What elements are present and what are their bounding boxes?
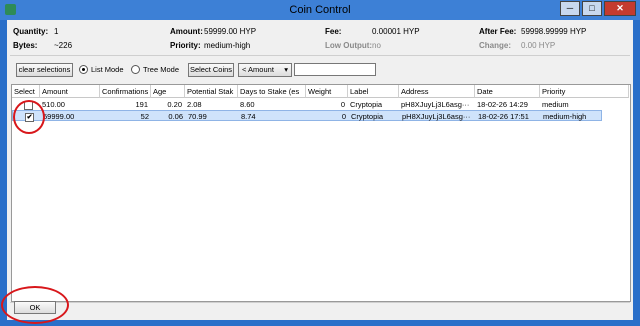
priority-label: Priority:: [170, 41, 201, 50]
amount-label: Amount:: [170, 27, 203, 36]
column-header-select[interactable]: Select: [12, 85, 40, 98]
filter-input[interactable]: [294, 63, 376, 76]
table-row[interactable]: 510.00 191 0.20 2.08 8.60 0 Cryptopia pH…: [12, 99, 602, 110]
bytes-label: Bytes:: [13, 41, 38, 50]
tree-mode-label: Tree Mode: [143, 65, 179, 74]
amount-cell: 59999.00: [43, 112, 75, 121]
window-title: Coin Control: [289, 4, 351, 16]
table-row[interactable]: ✔ 59999.00 52 0.06 70.99 8.74 0 Cryptopi…: [12, 110, 602, 122]
after-fee-label: After Fee:: [479, 27, 517, 36]
column-header-potential-stake[interactable]: Potential Stak: [185, 85, 238, 98]
maximize-icon[interactable]: □: [582, 1, 602, 16]
column-header-weight[interactable]: Weight: [306, 85, 348, 98]
column-header-days-to-stake[interactable]: Days to Stake (es: [238, 85, 306, 98]
list-mode-label: List Mode: [91, 65, 124, 74]
chevron-down-icon: ▾: [284, 65, 288, 74]
tree-mode-radio[interactable]: [131, 65, 140, 74]
potential-stake-cell: 2.08: [187, 100, 202, 109]
column-header-priority[interactable]: Priority: [540, 85, 629, 98]
weight-cell: 0: [340, 100, 345, 109]
days-to-stake-cell: 8.60: [240, 100, 255, 109]
priority-cell: medium: [542, 100, 569, 109]
fee-label: Fee:: [325, 27, 342, 36]
label-cell: Cryptopia: [351, 112, 384, 121]
divider: [10, 55, 630, 56]
coin-table: Select Amount Confirmations Age Potentia…: [11, 84, 631, 302]
column-header-confirmations[interactable]: Confirmations: [100, 85, 151, 98]
age-cell: 0.20: [167, 100, 182, 109]
close-icon[interactable]: ✕: [604, 1, 636, 16]
column-header-age[interactable]: Age: [151, 85, 185, 98]
confirmations-cell: 191: [135, 100, 148, 109]
list-mode-radio[interactable]: [79, 65, 88, 74]
column-header-label[interactable]: Label: [348, 85, 399, 98]
column-header-date[interactable]: Date: [475, 85, 540, 98]
quantity-label: Quantity:: [13, 27, 49, 36]
bytes-value: ~226: [54, 41, 73, 50]
divider: [10, 302, 630, 303]
title-bar[interactable]: Coin Control ─ □ ✕: [0, 0, 640, 20]
low-output-label: Low Output:: [325, 41, 373, 50]
address-cell: pH8XJuyLj3L6asg···: [401, 100, 470, 109]
low-output-value: no: [372, 41, 381, 50]
sort-dropdown[interactable]: < Amount ▾: [238, 63, 292, 77]
date-cell: 18-02-26 14:29: [477, 100, 528, 109]
column-header-address[interactable]: Address: [399, 85, 475, 98]
select-coins-button[interactable]: Select Coins: [188, 63, 234, 77]
priority-value: medium-high: [204, 41, 251, 50]
minimize-icon[interactable]: ─: [560, 1, 580, 16]
weight-cell: 0: [341, 112, 346, 121]
after-fee-value: 59998.99999 HYP: [521, 27, 587, 36]
days-to-stake-cell: 8.74: [241, 112, 256, 121]
age-cell: 0.06: [168, 112, 183, 121]
amount-cell: 510.00: [42, 100, 65, 109]
quantity-value: 1: [54, 27, 59, 36]
fee-value: 0.00001 HYP: [372, 27, 420, 36]
date-cell: 18-02-26 17:51: [478, 112, 529, 121]
window-frame: Coin Control ─ □ ✕ Quantity: 1 Amount: 5…: [0, 0, 640, 326]
change-label: Change:: [479, 41, 511, 50]
confirmations-cell: 52: [140, 112, 149, 121]
change-value: 0.00 HYP: [521, 41, 556, 50]
annotation-circle-checkbox: [13, 100, 45, 134]
annotation-circle-ok: [1, 286, 69, 324]
amount-value: 59999.00 HYP: [204, 27, 257, 36]
dialog-content: Quantity: 1 Amount: 59999.00 HYP Fee: 0.…: [7, 20, 633, 320]
column-header-amount[interactable]: Amount: [40, 85, 100, 98]
clear-selections-button[interactable]: clear selections: [16, 63, 73, 77]
sort-dropdown-value: < Amount: [242, 65, 274, 74]
label-cell: Cryptopia: [350, 100, 383, 109]
priority-cell: medium-high: [543, 112, 587, 121]
potential-stake-cell: 70.99: [188, 112, 207, 121]
address-cell: pH8XJuyLj3L6asg···: [402, 112, 471, 121]
